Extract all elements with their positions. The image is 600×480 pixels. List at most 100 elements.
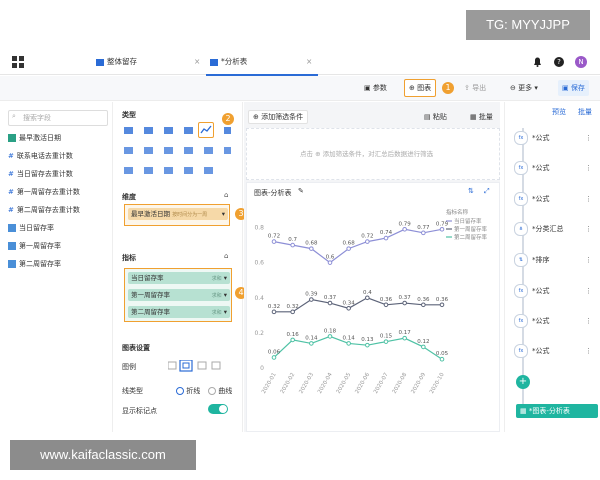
close-icon[interactable]: × (194, 50, 200, 74)
data-label: 0.13 (361, 337, 374, 343)
more-vertical-icon[interactable]: ⋮ (585, 130, 592, 146)
step-card[interactable]: fx *公式 ⋮ (514, 130, 598, 146)
fx-step-icon: fx (514, 314, 528, 328)
linetype-curve-radio[interactable]: 曲线 (208, 386, 232, 396)
user-avatar[interactable]: N (575, 56, 587, 68)
data-point (346, 246, 351, 251)
more-vertical-icon[interactable]: ⋮ (585, 252, 592, 268)
help-icon[interactable]: ? (554, 57, 564, 67)
data-point (327, 300, 333, 306)
step-label: *公式 (532, 134, 550, 142)
legend-position-options[interactable] (167, 359, 230, 372)
more-vertical-icon[interactable]: ⋮ (585, 283, 592, 299)
preview-link[interactable]: 预览 (552, 107, 566, 117)
filter-batch-button[interactable]: ▦ 批量 (470, 112, 493, 122)
step-card[interactable]: fx *公式 ⋮ (514, 313, 598, 329)
chart-sort-icon[interactable]: ⇅ (468, 187, 474, 195)
data-point (290, 337, 295, 343)
more-vertical-icon[interactable]: ⋮ (585, 160, 592, 176)
search-input[interactable]: ⌕ 搜索字段 (8, 110, 108, 126)
save-button[interactable]: ▣ 保存 (558, 80, 589, 96)
chart-type-grid (122, 124, 232, 186)
data-point (271, 355, 277, 360)
field-item[interactable]: # 第二周留存去重计数 (8, 203, 80, 217)
field-item[interactable]: 最早激活日期 (8, 131, 61, 145)
field-item[interactable]: # 当日留存去重计数 (8, 167, 73, 181)
date-field-icon (8, 134, 16, 142)
step-card[interactable]: fx *公式 ⋮ (514, 191, 598, 207)
y-tick-label: 0.4 (254, 295, 264, 302)
data-label: 0.14 (305, 335, 318, 341)
field-item[interactable]: 当日留存率 (8, 221, 54, 235)
tab-chart-icon (210, 58, 218, 66)
save-icon: ▣ (562, 84, 569, 92)
y-tick-label: 0 (260, 365, 264, 372)
close-icon[interactable]: × (306, 50, 312, 74)
metric-chip[interactable]: 第二周留存率 求和 ▾ (128, 306, 230, 318)
step-card[interactable]: ⇅ *排序 ⋮ (514, 252, 598, 268)
more-vertical-icon[interactable]: ⋮ (585, 343, 592, 359)
step-card[interactable]: fx *公式 ⋮ (514, 283, 598, 299)
linetype-fold-radio[interactable]: 折线 (176, 386, 200, 396)
data-label: 0.4 (363, 290, 372, 296)
data-point (365, 295, 370, 301)
search-icon: ⌕ (12, 112, 16, 120)
field-item[interactable]: 第二周留存率 (8, 257, 61, 271)
fullscreen-icon[interactable]: ⤢ (484, 187, 490, 196)
data-point (290, 309, 295, 315)
x-tick-label: 2020-03 (298, 372, 315, 395)
step-card[interactable]: fx *公式 ⋮ (514, 343, 598, 359)
tab-chart-icon (96, 58, 104, 66)
show-markers-toggle[interactable] (208, 404, 228, 414)
data-point (383, 235, 389, 241)
more-vertical-icon[interactable]: ⋮ (585, 313, 592, 329)
step-card[interactable]: fx *公式 ⋮ (514, 160, 598, 176)
bell-icon[interactable] (533, 57, 542, 67)
data-label: 0.79 (399, 221, 412, 227)
edit-title-icon[interactable]: ✎ (298, 187, 304, 195)
line-chart-type-button[interactable] (198, 122, 214, 138)
x-tick-label: 2020-05 (336, 372, 353, 395)
params-button[interactable]: ▣ 参数 (360, 80, 391, 96)
metric-settings-icon[interactable]: ⌂ (224, 252, 228, 260)
data-label: 0.16 (287, 332, 300, 338)
x-tick-label: 2020-06 (354, 372, 371, 395)
data-label: 0.7 (288, 237, 297, 243)
more-vertical-icon[interactable]: ⋮ (585, 221, 592, 237)
data-point (309, 341, 314, 346)
batch-link[interactable]: 批量 (578, 107, 592, 117)
more-button[interactable]: ⊖ 更多 ▾ (506, 80, 542, 96)
export-button[interactable]: ⇪ 导出 (460, 80, 490, 96)
line-chart: 0.80.60.40.202020-01 2020-02 2020-03 2020-0… (254, 208, 487, 395)
y-tick-label: 0.8 (254, 225, 264, 232)
field-item[interactable]: # 联系电话去重计数 (8, 149, 73, 163)
metric-chip[interactable]: 第一周留存率 求和 ▾ (128, 289, 230, 301)
more-vertical-icon[interactable]: ⋮ (585, 191, 592, 207)
export-icon: ⇪ (464, 84, 470, 92)
data-point (402, 300, 407, 306)
fx-step-icon: fx (514, 161, 528, 175)
dimension-chip[interactable]: 最早激活日期 按时间分为一周 ▾ (128, 208, 228, 220)
metric-section-title: 指标 (122, 254, 136, 262)
show-markers-label: 显示标记点 (122, 407, 157, 415)
x-tick-label: 2020-10 (429, 372, 446, 395)
dimension-settings-icon[interactable]: ⌂ (224, 191, 228, 199)
chart-button[interactable]: ⊕ 图表 (404, 79, 437, 97)
step-card[interactable]: ⋔ *分类汇总 ⋮ (514, 221, 598, 237)
tab-retention-overview[interactable]: 整体留存 × (96, 50, 202, 74)
chart-step-icon: ▦ (520, 407, 527, 415)
data-point (421, 344, 426, 350)
chart-step-card[interactable]: ▦ *图表-分析表 (516, 404, 598, 418)
apps-grid-icon[interactable] (12, 56, 24, 68)
step-label: *排序 (532, 256, 550, 264)
add-filter-button[interactable]: ⊕ 添加筛选条件 (248, 110, 309, 124)
formula-field-icon (8, 224, 16, 232)
data-label: 0.36 (380, 297, 393, 303)
data-point (383, 339, 389, 344)
paste-button[interactable]: ▤ 粘贴 (424, 112, 447, 122)
metric-chip[interactable]: 当日留存率 求和 ▾ (128, 272, 230, 284)
tab-analysis-table[interactable]: *分析表 × (206, 50, 318, 76)
field-item[interactable]: # 第一周留存去重计数 (8, 185, 80, 199)
field-item[interactable]: 第一周留存率 (8, 239, 61, 253)
add-step-button[interactable]: + (516, 375, 530, 389)
